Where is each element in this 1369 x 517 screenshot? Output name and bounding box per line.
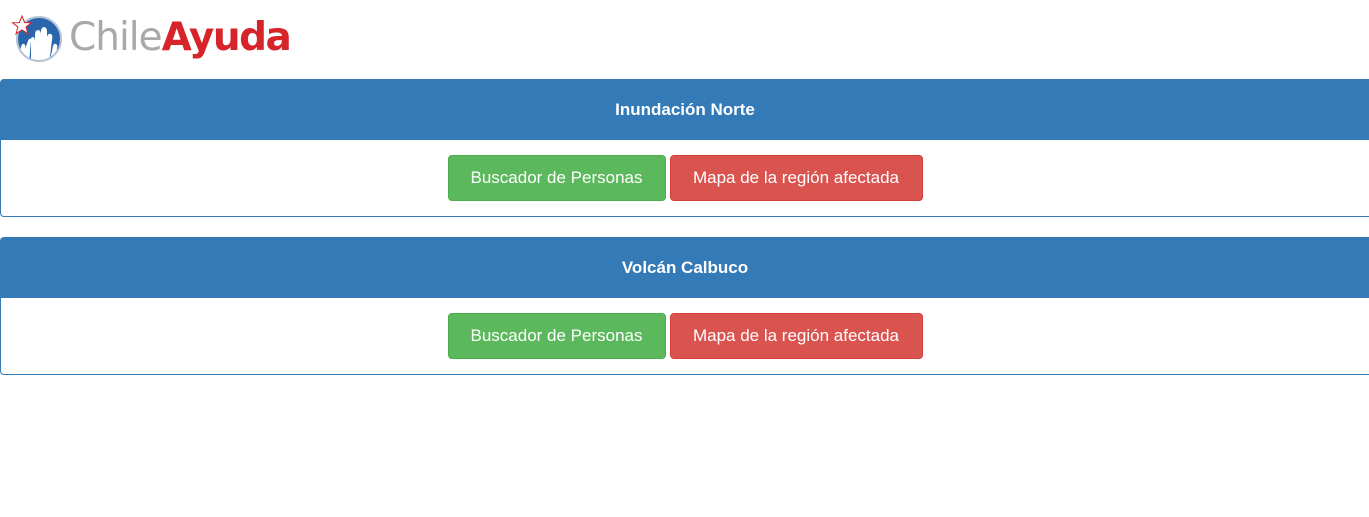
event-title: Inundación Norte [1,80,1369,140]
hands-star-globe-icon [11,14,62,62]
brand-name-part1: Chile [69,14,163,60]
event-panel: Volcán Calbuco Buscador de Personas Mapa… [0,237,1369,375]
affected-region-map-button[interactable]: Mapa de la región afectada [669,155,923,201]
event-panel: Inundación Norte Buscador de Personas Ma… [0,79,1369,217]
site-header: ChileAyuda [0,0,1369,78]
brand-name-part2: Ayuda [161,14,292,60]
person-finder-button[interactable]: Buscador de Personas [447,155,666,201]
event-actions: Buscador de Personas Mapa de la región a… [1,140,1369,216]
brand-name: ChileAyuda [69,14,292,60]
event-title: Volcán Calbuco [1,238,1369,298]
site-logo[interactable]: ChileAyuda [11,11,292,65]
person-finder-button[interactable]: Buscador de Personas [447,313,666,359]
event-actions: Buscador de Personas Mapa de la región a… [1,298,1369,374]
affected-region-map-button[interactable]: Mapa de la región afectada [669,313,923,359]
